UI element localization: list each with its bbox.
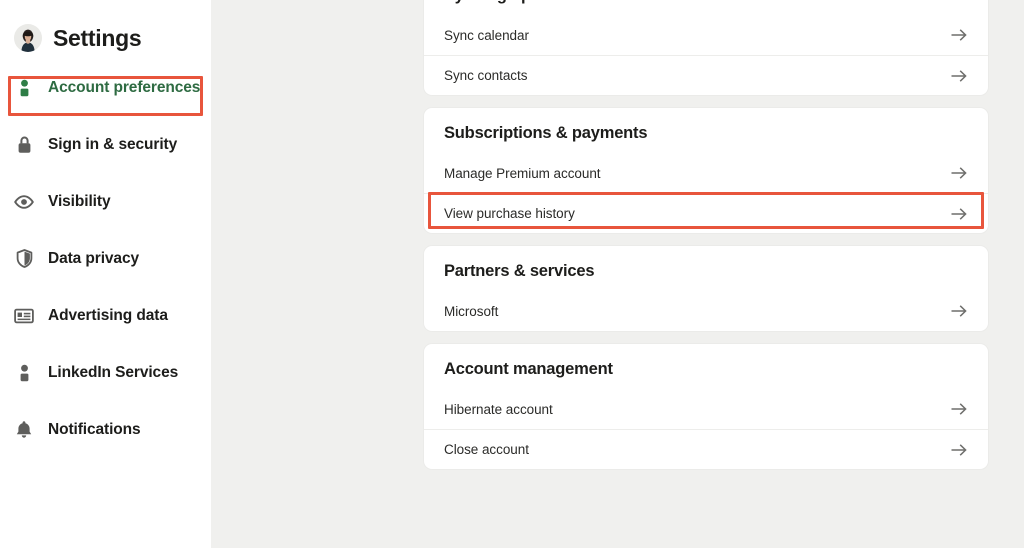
row-close-account[interactable]: Close account [424, 429, 988, 469]
sidebar-item-label: Sign in & security [48, 135, 178, 153]
arrow-right-icon [950, 166, 968, 180]
row-label: Sync contacts [444, 68, 528, 83]
sidebar-item-label: Advertising data [48, 306, 168, 324]
sidebar-item-linkedin-services[interactable]: LinkedIn Services [0, 353, 211, 392]
card-title: Partners & services [444, 262, 595, 280]
sidebar-item-advertising-data[interactable]: Advertising data [0, 296, 211, 335]
person-icon [14, 78, 34, 98]
sidebar-item-label: LinkedIn Services [48, 363, 179, 381]
card-title: Subscriptions & payments [444, 124, 648, 142]
settings-page: Settings Account preferences Sign in & s… [0, 0, 1024, 548]
arrow-right-icon [950, 443, 968, 457]
sidebar-nav: Account preferences Sign in & security V… [0, 68, 211, 449]
row-hibernate-account[interactable]: Hibernate account [424, 389, 988, 429]
sidebar-header: Settings [0, 0, 211, 58]
sidebar-item-visibility[interactable]: Visibility [0, 182, 211, 221]
lock-icon [14, 135, 34, 155]
main-content: Syncing options Sync calendar Sync conta… [211, 0, 1024, 548]
card-title: Syncing options [424, 0, 988, 15]
settings-card-list: Syncing options Sync calendar Sync conta… [424, 0, 988, 482]
eye-icon [14, 192, 34, 212]
row-sync-calendar[interactable]: Sync calendar [424, 15, 988, 55]
row-sync-contacts[interactable]: Sync contacts [424, 55, 988, 95]
person-icon [14, 363, 34, 383]
sidebar-item-account-preferences[interactable]: Account preferences [0, 68, 211, 107]
row-label: Close account [444, 442, 529, 457]
settings-card-partners-services: Partners & services Microsoft [424, 246, 988, 331]
settings-card-subscriptions-payments: Subscriptions & payments Manage Premium … [424, 108, 988, 233]
row-label: View purchase history [444, 206, 575, 221]
sidebar-item-label: Visibility [48, 192, 111, 210]
row-manage-premium-account[interactable]: Manage Premium account [424, 153, 988, 193]
ad-card-icon [14, 306, 34, 326]
arrow-right-icon [950, 28, 968, 42]
sidebar-item-notifications[interactable]: Notifications [0, 410, 211, 449]
settings-card-account-management: Account management Hibernate account Clo… [424, 344, 988, 469]
bell-icon [14, 420, 34, 440]
sidebar-item-sign-in-security[interactable]: Sign in & security [0, 125, 211, 164]
avatar[interactable] [14, 24, 42, 52]
arrow-right-icon [950, 207, 968, 221]
sidebar: Settings Account preferences Sign in & s… [0, 0, 211, 548]
page-title: Settings [53, 24, 142, 51]
row-view-purchase-history[interactable]: View purchase history [424, 193, 988, 233]
row-label: Sync calendar [444, 27, 529, 43]
row-microsoft[interactable]: Microsoft [424, 291, 988, 331]
sidebar-item-label: Notifications [48, 420, 141, 438]
arrow-right-icon [950, 304, 968, 318]
row-label: Microsoft [444, 303, 499, 319]
shield-icon [14, 249, 34, 269]
arrow-right-icon [950, 402, 968, 416]
arrow-right-icon [950, 69, 968, 83]
sidebar-item-label: Data privacy [48, 249, 139, 267]
row-label: Hibernate account [444, 401, 553, 417]
settings-card-syncing-options: Syncing options Sync calendar Sync conta… [424, 0, 988, 95]
sidebar-item-data-privacy[interactable]: Data privacy [0, 239, 211, 278]
card-title: Account management [444, 360, 613, 378]
row-label: Manage Premium account [444, 165, 601, 181]
sidebar-item-label: Account preferences [48, 78, 201, 96]
